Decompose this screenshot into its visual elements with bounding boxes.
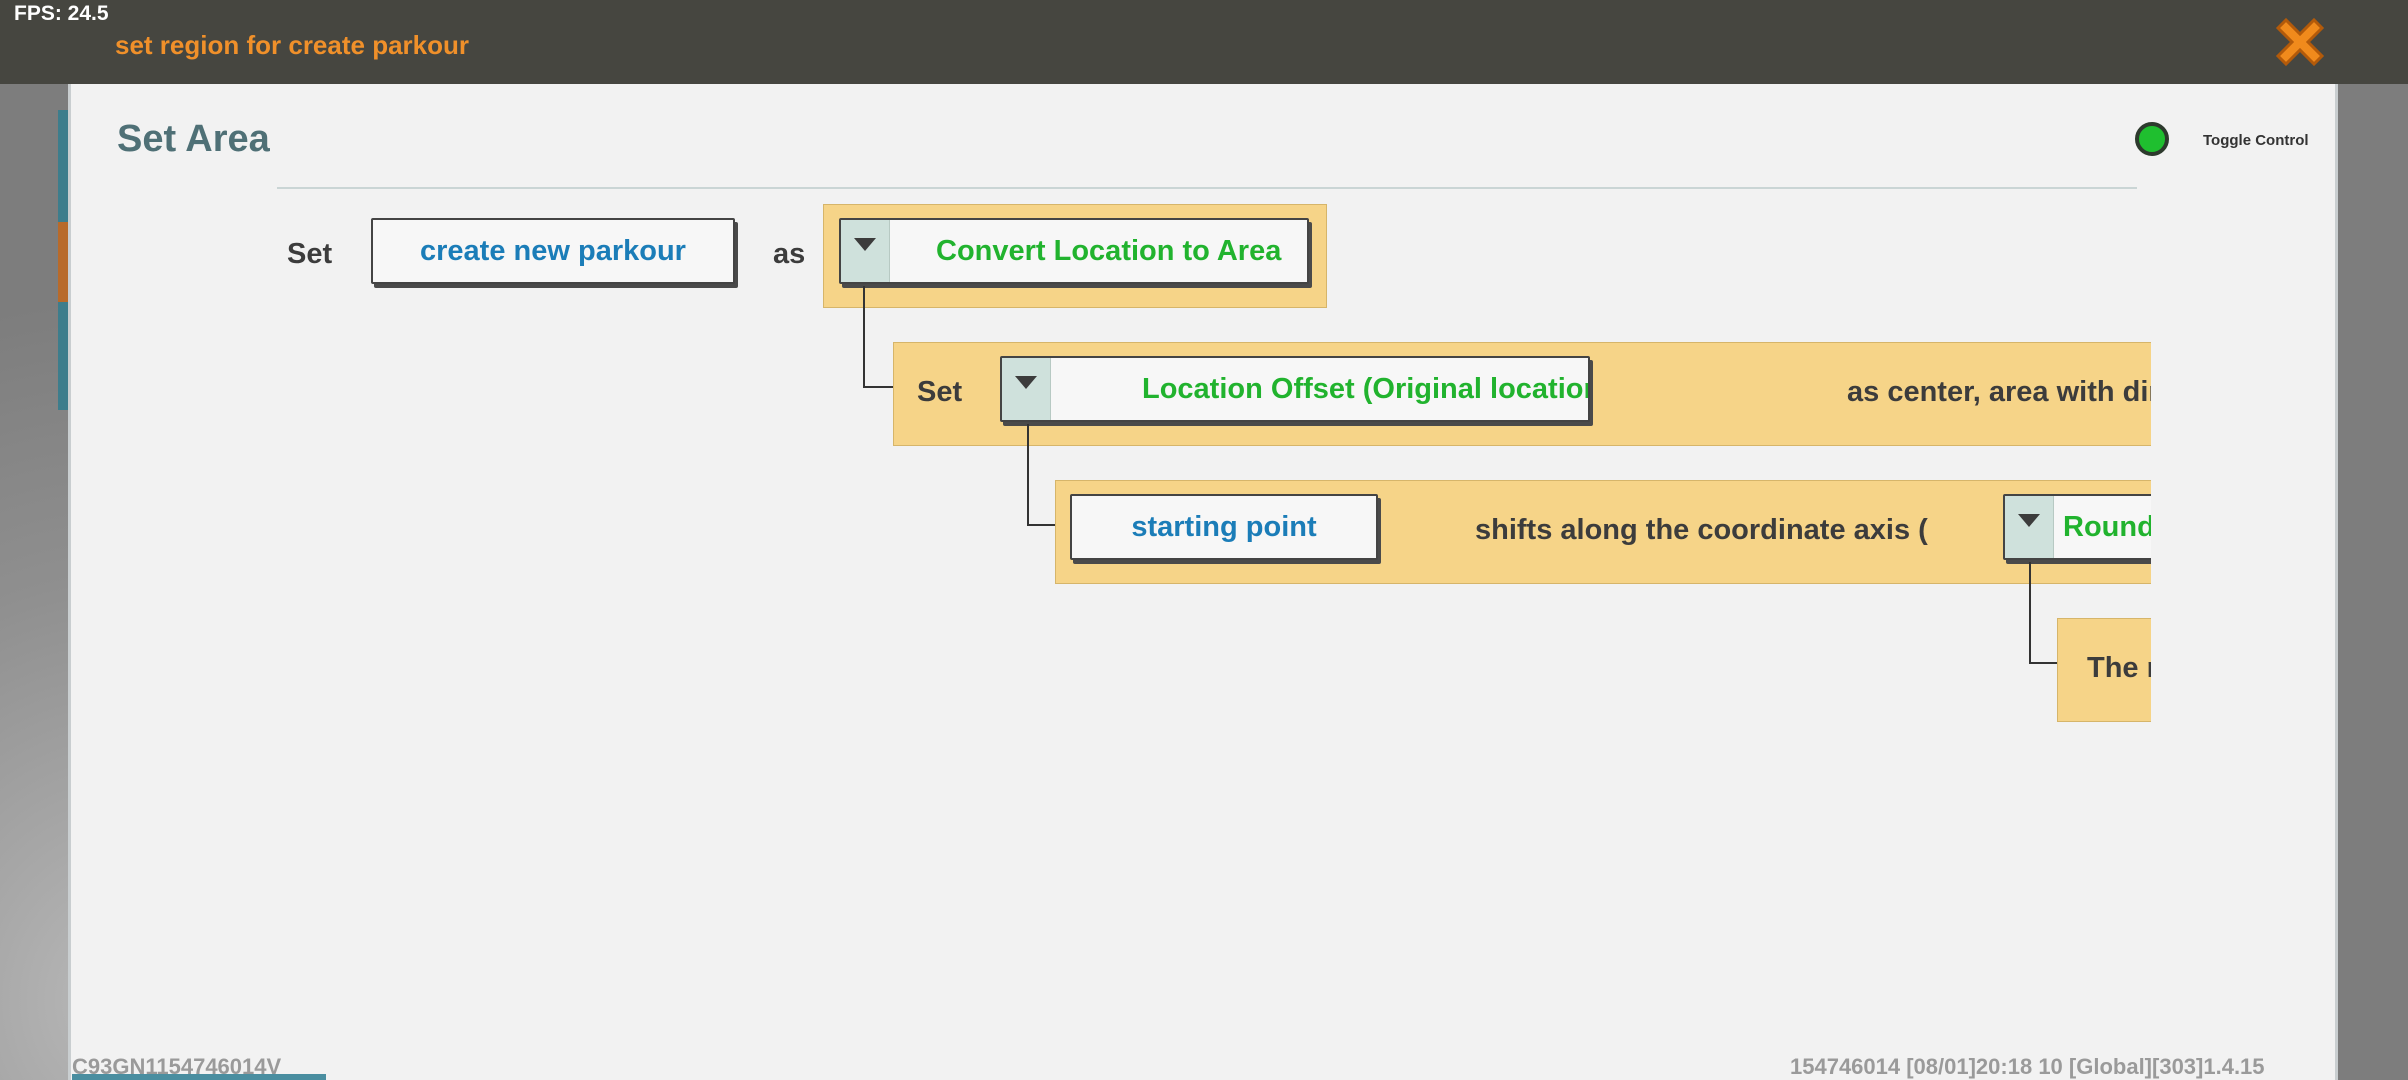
dialog-heading: Set Area — [117, 118, 270, 160]
connector-line — [2029, 662, 2059, 664]
connector-line — [1027, 524, 1057, 526]
row3-text: shifts along the coordinate axis ( — [1475, 514, 1928, 546]
set-area-dialog: Set Area Toggle Control Set create new p… — [68, 84, 2338, 1080]
function-label: Convert Location to Area — [936, 234, 1282, 267]
dropdown-arrow-icon[interactable] — [1002, 358, 1051, 420]
function-label: Round — [2063, 510, 2151, 543]
function-location-offset[interactable]: Location Offset (Original location fixed… — [1000, 356, 1590, 422]
row2-set-label: Set — [917, 376, 963, 408]
close-x-icon — [2275, 17, 2325, 67]
dropdown-arrow-icon[interactable] — [2005, 496, 2054, 558]
toggle-control-label: Toggle Control — [2203, 132, 2309, 149]
heading-divider — [277, 187, 2137, 189]
connector-line — [2029, 562, 2031, 664]
connector-line — [863, 286, 865, 388]
function-round[interactable]: Round — [2003, 494, 2151, 560]
dropdown-arrow-icon[interactable] — [841, 220, 890, 282]
row4-text: The r — [2087, 652, 2151, 684]
build-info: 154746014 [08/01]20:18 10 [Global][303]1… — [1790, 1054, 2265, 1079]
row2-suffix-text: as center, area with dir — [1847, 376, 2151, 408]
connector-line — [1027, 424, 1029, 526]
window-title-bar: set region for create parkour — [0, 0, 2408, 84]
fps-counter: FPS: 24.5 — [14, 2, 109, 25]
variable-starting-point[interactable]: starting point — [1070, 494, 1378, 560]
variable-create-new-parkour[interactable]: create new parkour — [371, 218, 735, 284]
row1-as-label: as — [773, 238, 806, 270]
toggle-control-button[interactable] — [2135, 122, 2169, 156]
block-canvas: Set create new parkour as Convert Locati… — [71, 194, 2151, 894]
function-label: Location Offset (Original location fixed… — [1142, 372, 1588, 405]
window-title: set region for create parkour — [115, 30, 469, 60]
row1-set-label: Set — [287, 238, 333, 270]
function-convert-location-to-area[interactable]: Convert Location to Area — [839, 218, 1309, 284]
close-button[interactable] — [2268, 10, 2332, 74]
connector-line — [863, 386, 893, 388]
footer-accent-bar — [72, 1074, 326, 1080]
